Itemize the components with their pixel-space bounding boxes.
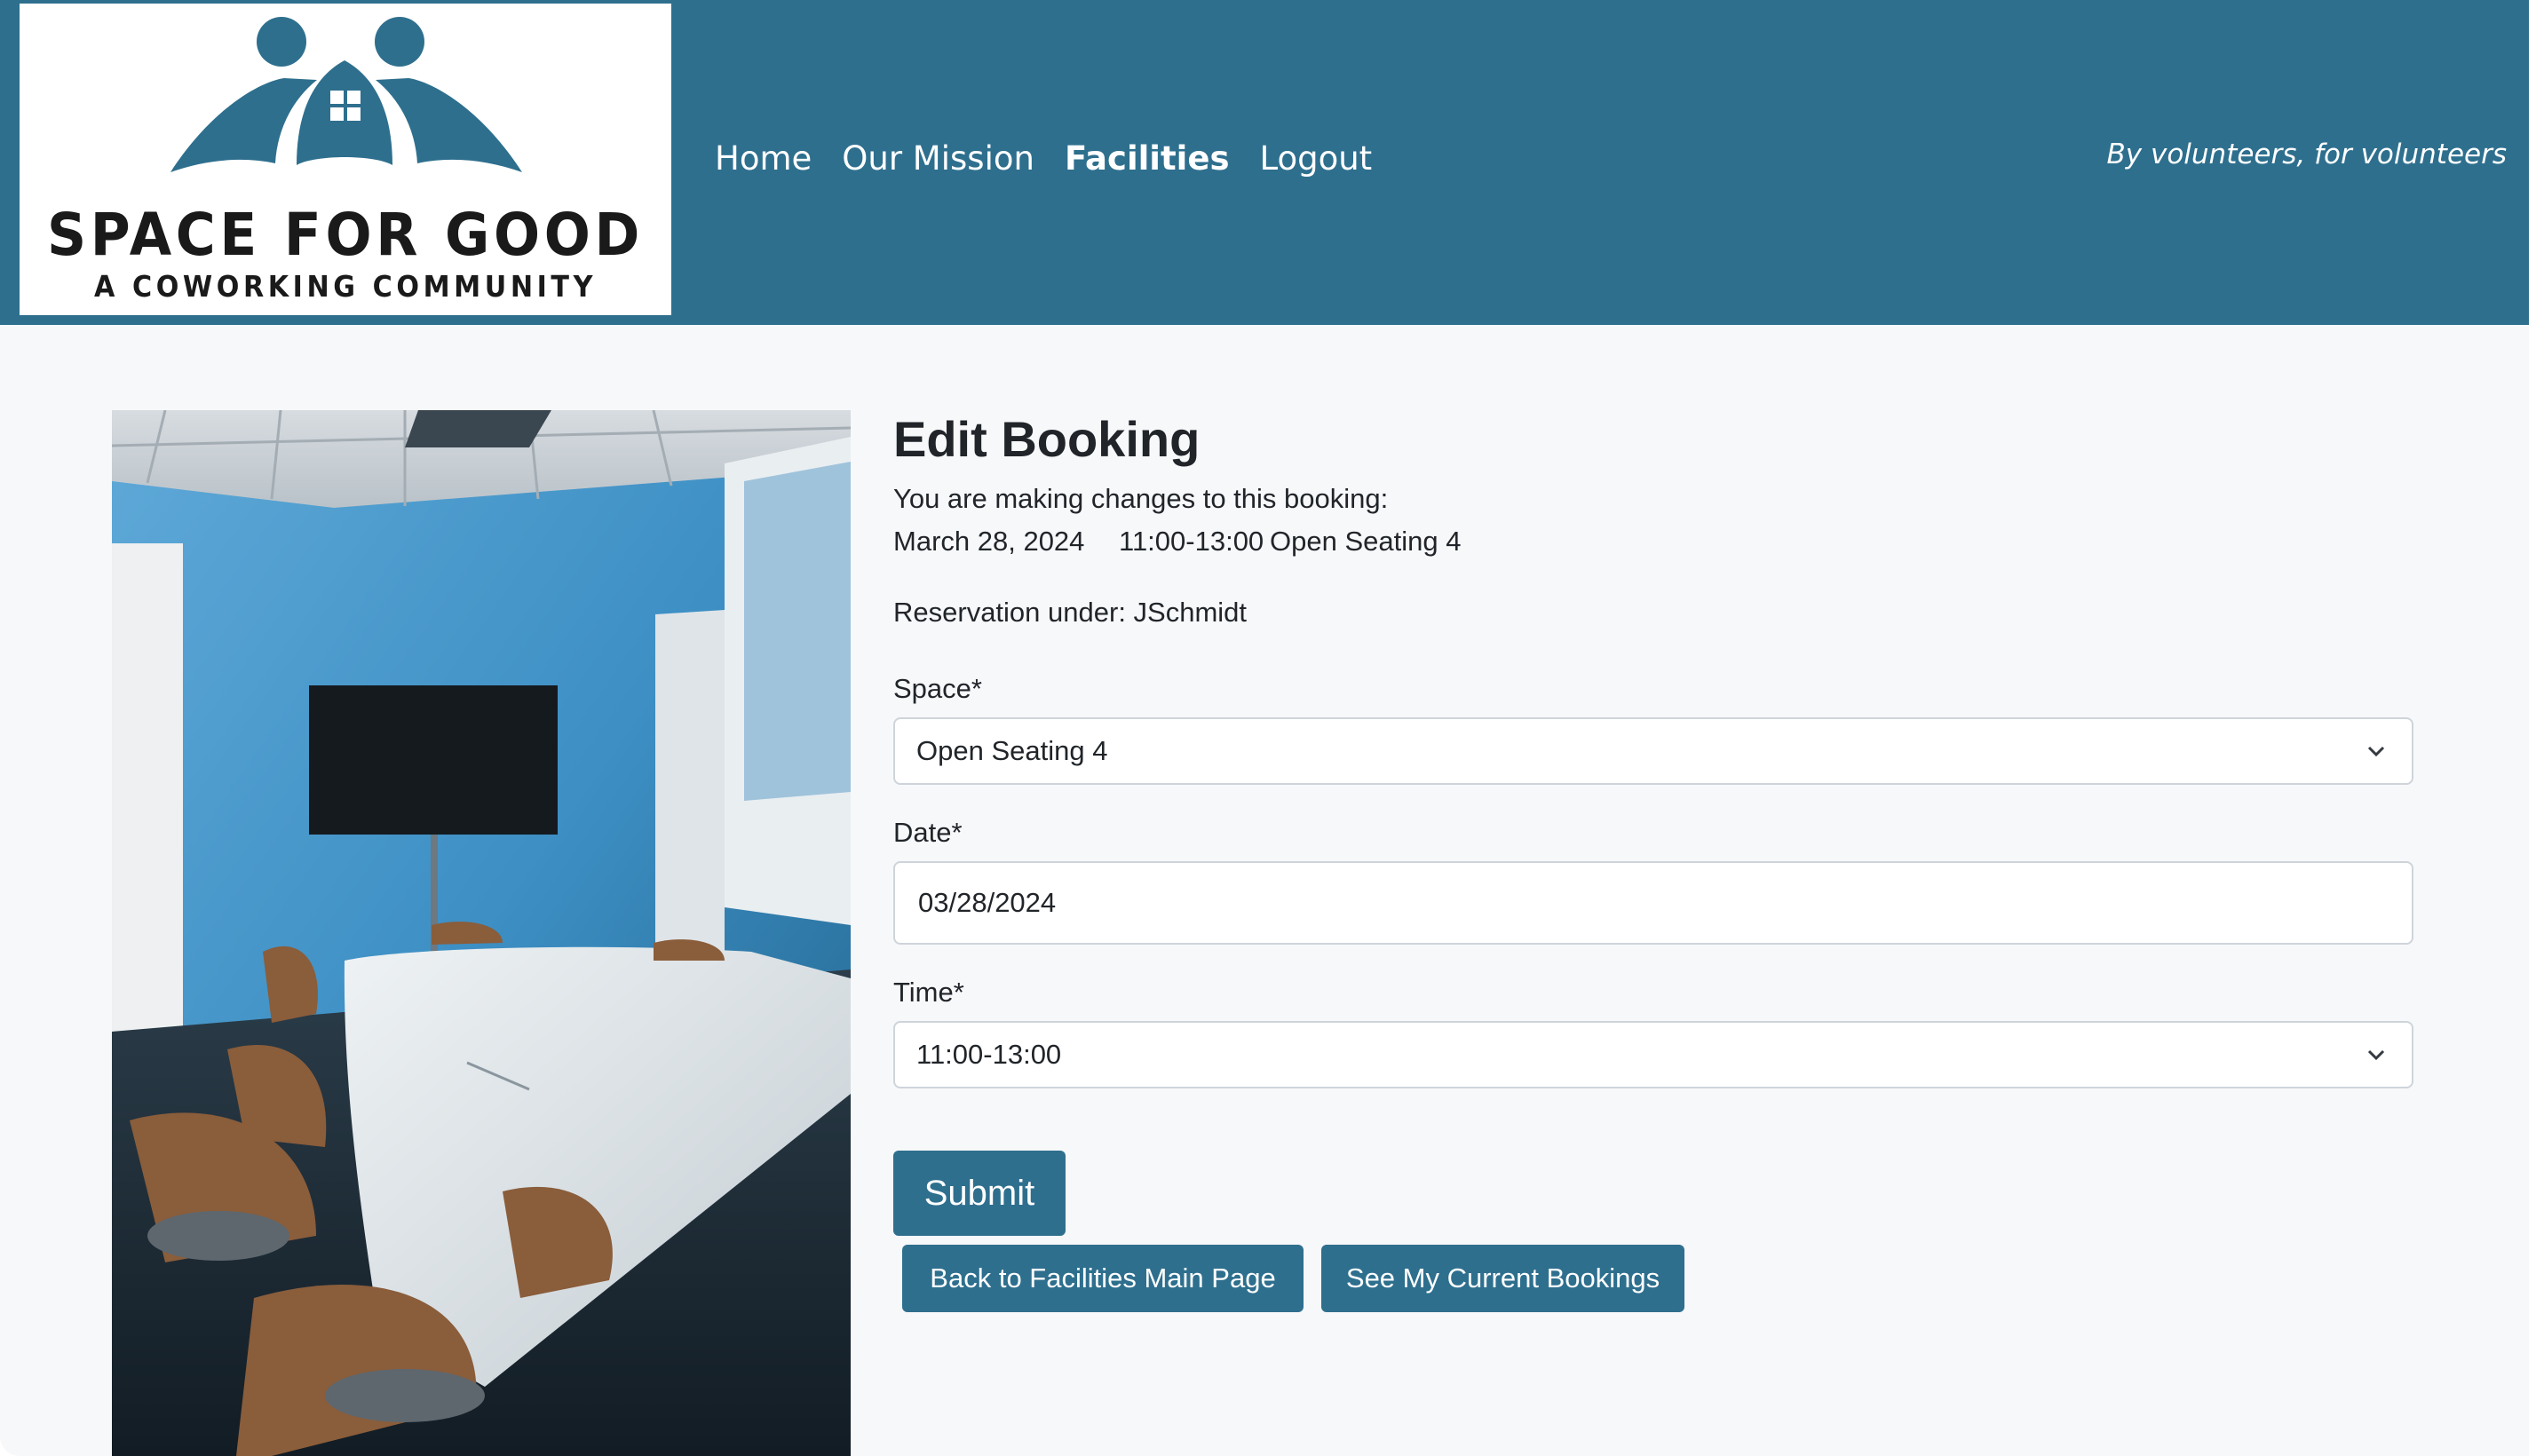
site-logo[interactable]: SPACE FOR GOOD A COWORKING COMMUNITY: [20, 4, 671, 315]
time-label: Time*: [893, 977, 964, 1008]
date-input[interactable]: 03/28/2024: [893, 861, 2413, 945]
nav-logout[interactable]: Logout: [1259, 139, 1372, 178]
date-label: Date*: [893, 817, 963, 848]
logo-wordmark: SPACE FOR GOOD: [47, 201, 644, 269]
chevron-down-icon: [2367, 746, 2385, 757]
logo-subtitle: A COWORKING COMMUNITY: [94, 269, 597, 304]
current-bookings-button[interactable]: See My Current Bookings: [1321, 1245, 1684, 1312]
page-title: Edit Booking: [893, 411, 1201, 467]
space-select[interactable]: Open Seating 4: [893, 717, 2413, 785]
reservation-owner: Reservation under: JSchmidt: [893, 597, 1248, 628]
booking-time: 11:00-13:00: [1119, 526, 1264, 557]
back-to-facilities-button[interactable]: Back to Facilities Main Page: [902, 1245, 1304, 1312]
booking-space: Open Seating 4: [1270, 526, 1462, 557]
submit-button[interactable]: Submit: [893, 1151, 1066, 1236]
meeting-room-photo: [112, 410, 851, 1456]
main-nav: Home Our Mission Facilities Logout: [715, 131, 1402, 185]
date-input-value: 03/28/2024: [918, 887, 1057, 918]
time-select[interactable]: 11:00-13:00: [893, 1021, 2413, 1088]
nav-facilities[interactable]: Facilities: [1065, 139, 1230, 178]
booking-date: March 28, 2024: [893, 526, 1085, 557]
space-label: Space*: [893, 673, 982, 704]
booking-summary: March 28, 2024 11:00-13:00 Open Seating 4: [893, 520, 2413, 563]
nav-home[interactable]: Home: [715, 139, 812, 178]
space-select-value: Open Seating 4: [916, 735, 1108, 766]
navbar: SPACE FOR GOOD A COWORKING COMMUNITY Hom…: [0, 0, 2529, 325]
booking-intro: You are making changes to this booking:: [893, 483, 1389, 514]
time-select-value: 11:00-13:00: [916, 1039, 1062, 1070]
logo-graphic: SPACE FOR GOOD A COWORKING COMMUNITY: [47, 17, 644, 304]
nav-our-mission[interactable]: Our Mission: [842, 139, 1034, 178]
page-background: SPACE FOR GOOD A COWORKING COMMUNITY Hom…: [0, 0, 2529, 1456]
tagline: By volunteers, for volunteers: [2106, 138, 2507, 170]
chevron-down-icon: [2367, 1049, 2385, 1061]
edit-booking-panel: Edit Booking You are making changes to t…: [893, 408, 2413, 1088]
